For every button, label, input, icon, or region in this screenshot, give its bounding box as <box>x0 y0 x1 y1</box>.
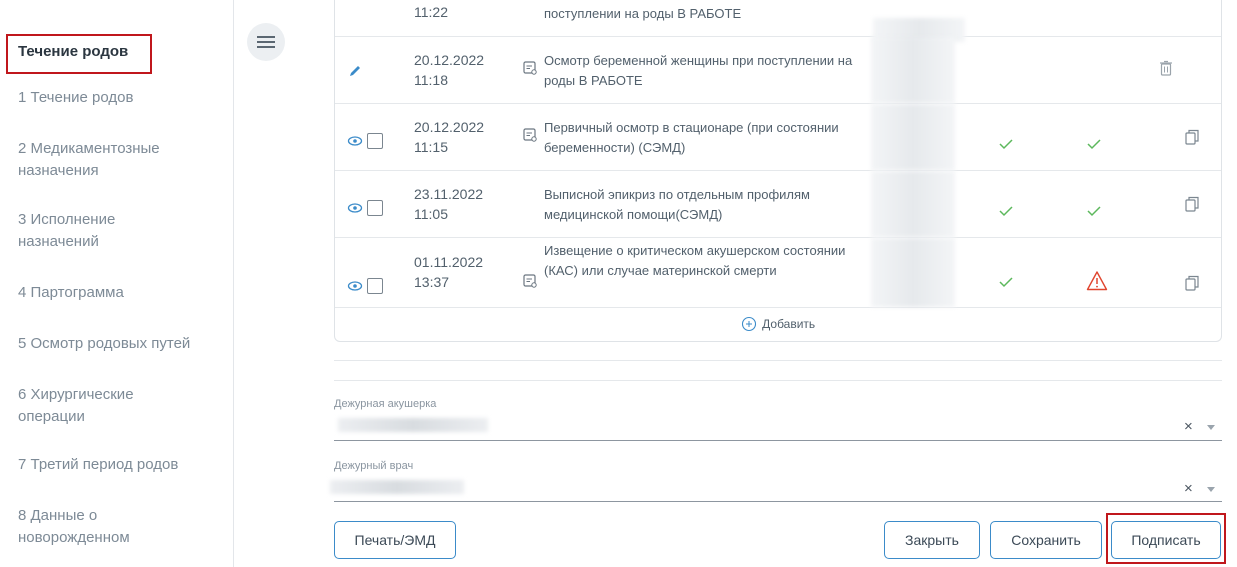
edit-icon[interactable] <box>347 63 363 79</box>
row-checkbox[interactable] <box>367 133 383 149</box>
trash-icon[interactable] <box>1157 59 1175 77</box>
row-time: 13:37 <box>414 274 450 290</box>
check-icon <box>1087 139 1101 150</box>
document-icon <box>523 128 537 142</box>
doctor-clear-icon[interactable]: × <box>1184 480 1193 497</box>
sidebar-item-1[interactable]: 1 Течение родов <box>18 87 218 109</box>
row-time: 11:05 <box>414 206 448 222</box>
copy-icon[interactable] <box>1183 195 1201 213</box>
row-time: 11:18 <box>414 72 448 88</box>
sidebar-item-8[interactable]: 8 Данные о новорожденном <box>18 505 168 549</box>
eye-icon[interactable] <box>347 200 363 216</box>
row-time: 11:15 <box>414 139 448 155</box>
hamburger-menu-button[interactable] <box>247 23 285 61</box>
copy-icon[interactable] <box>1183 128 1201 146</box>
check-icon <box>1087 206 1101 217</box>
sidebar-item-5[interactable]: 5 Осмотр родовых путей <box>18 333 218 355</box>
save-button[interactable]: Сохранить <box>990 521 1102 559</box>
table-row[interactable]: 23.11.2022 11:05 Выписной эпикриз по отд… <box>335 171 1221 238</box>
sidebar-item-6[interactable]: 6 Хирургические операции <box>18 384 178 428</box>
midwife-clear-icon[interactable]: × <box>1184 418 1193 435</box>
row-checkbox[interactable] <box>367 200 383 216</box>
row-document[interactable]: Осмотр беременной женщины при поступлени… <box>544 51 864 91</box>
plus-circle-icon <box>741 316 756 332</box>
eye-icon[interactable] <box>347 133 363 149</box>
sidebar-item-2[interactable]: 2 Медикаментозные назначения <box>18 138 198 182</box>
row-checkbox[interactable] <box>367 278 383 294</box>
row-date: 01.11.2022 <box>414 254 484 270</box>
row-date: 20.12.2022 <box>414 52 485 68</box>
document-icon <box>523 274 537 288</box>
midwife-field-label: Дежурная акушерка <box>334 398 437 410</box>
sidebar-title-highlighted[interactable]: Течение родов <box>6 34 152 74</box>
document-icon <box>523 61 537 75</box>
sign-button[interactable]: Подписать <box>1111 521 1221 559</box>
add-row-button[interactable]: Добавить <box>335 308 1221 340</box>
doctor-field-label: Дежурный врач <box>334 460 414 472</box>
hamburger-icon <box>257 36 275 38</box>
table-row[interactable]: 11:22 поступлении на роды В РАБОТЕ <box>335 0 1221 42</box>
row-date: 23.11.2022 <box>414 186 484 202</box>
sidebar-item-4[interactable]: 4 Партограмма <box>18 282 218 304</box>
doctor-dropdown-icon[interactable] <box>1207 487 1215 492</box>
row-document[interactable]: Первичный осмотр в стационаре (при состо… <box>544 118 864 158</box>
table-row[interactable]: 20.12.2022 11:18 Осмотр беременной женщи… <box>335 37 1221 104</box>
sidebar-item-3[interactable]: 3 Исполнение назначений <box>18 209 158 253</box>
midwife-field-underline <box>334 440 1222 441</box>
check-icon <box>999 206 1013 217</box>
doctor-field-value[interactable] <box>330 480 464 494</box>
copy-icon[interactable] <box>1183 274 1201 292</box>
table-row[interactable]: 20.12.2022 11:15 Первичный осмотр в стац… <box>335 104 1221 171</box>
doctor-field-underline <box>334 501 1222 502</box>
row-date: 20.12.2022 <box>414 119 485 135</box>
divider <box>334 360 1222 361</box>
row-document[interactable]: Выписной эпикриз по отдельным профилям м… <box>544 185 864 225</box>
check-icon <box>999 277 1013 288</box>
table-row[interactable]: 01.11.2022 13:37 Извещение о критическом… <box>335 238 1221 308</box>
print-emd-button[interactable]: Печать/ЭМД <box>334 521 456 559</box>
documents-table: 11:22 поступлении на роды В РАБОТЕ 20.12… <box>334 0 1222 342</box>
midwife-dropdown-icon[interactable] <box>1207 425 1215 430</box>
midwife-field-value[interactable] <box>338 418 488 432</box>
row-time: 11:22 <box>414 4 448 20</box>
check-icon <box>999 139 1013 150</box>
sidebar-item-7[interactable]: 7 Третий период родов <box>18 454 218 476</box>
divider <box>334 380 1222 381</box>
row-document[interactable]: поступлении на роды В РАБОТЕ <box>544 4 864 24</box>
eye-icon[interactable] <box>347 278 363 294</box>
add-label: Добавить <box>762 317 816 331</box>
close-button[interactable]: Закрыть <box>884 521 980 559</box>
sidebar: Течение родов 1 Течение родов 2 Медикаме… <box>0 0 234 567</box>
row-document[interactable]: Извещение о критическом акушерском состо… <box>544 241 864 281</box>
warning-icon <box>1086 271 1108 291</box>
